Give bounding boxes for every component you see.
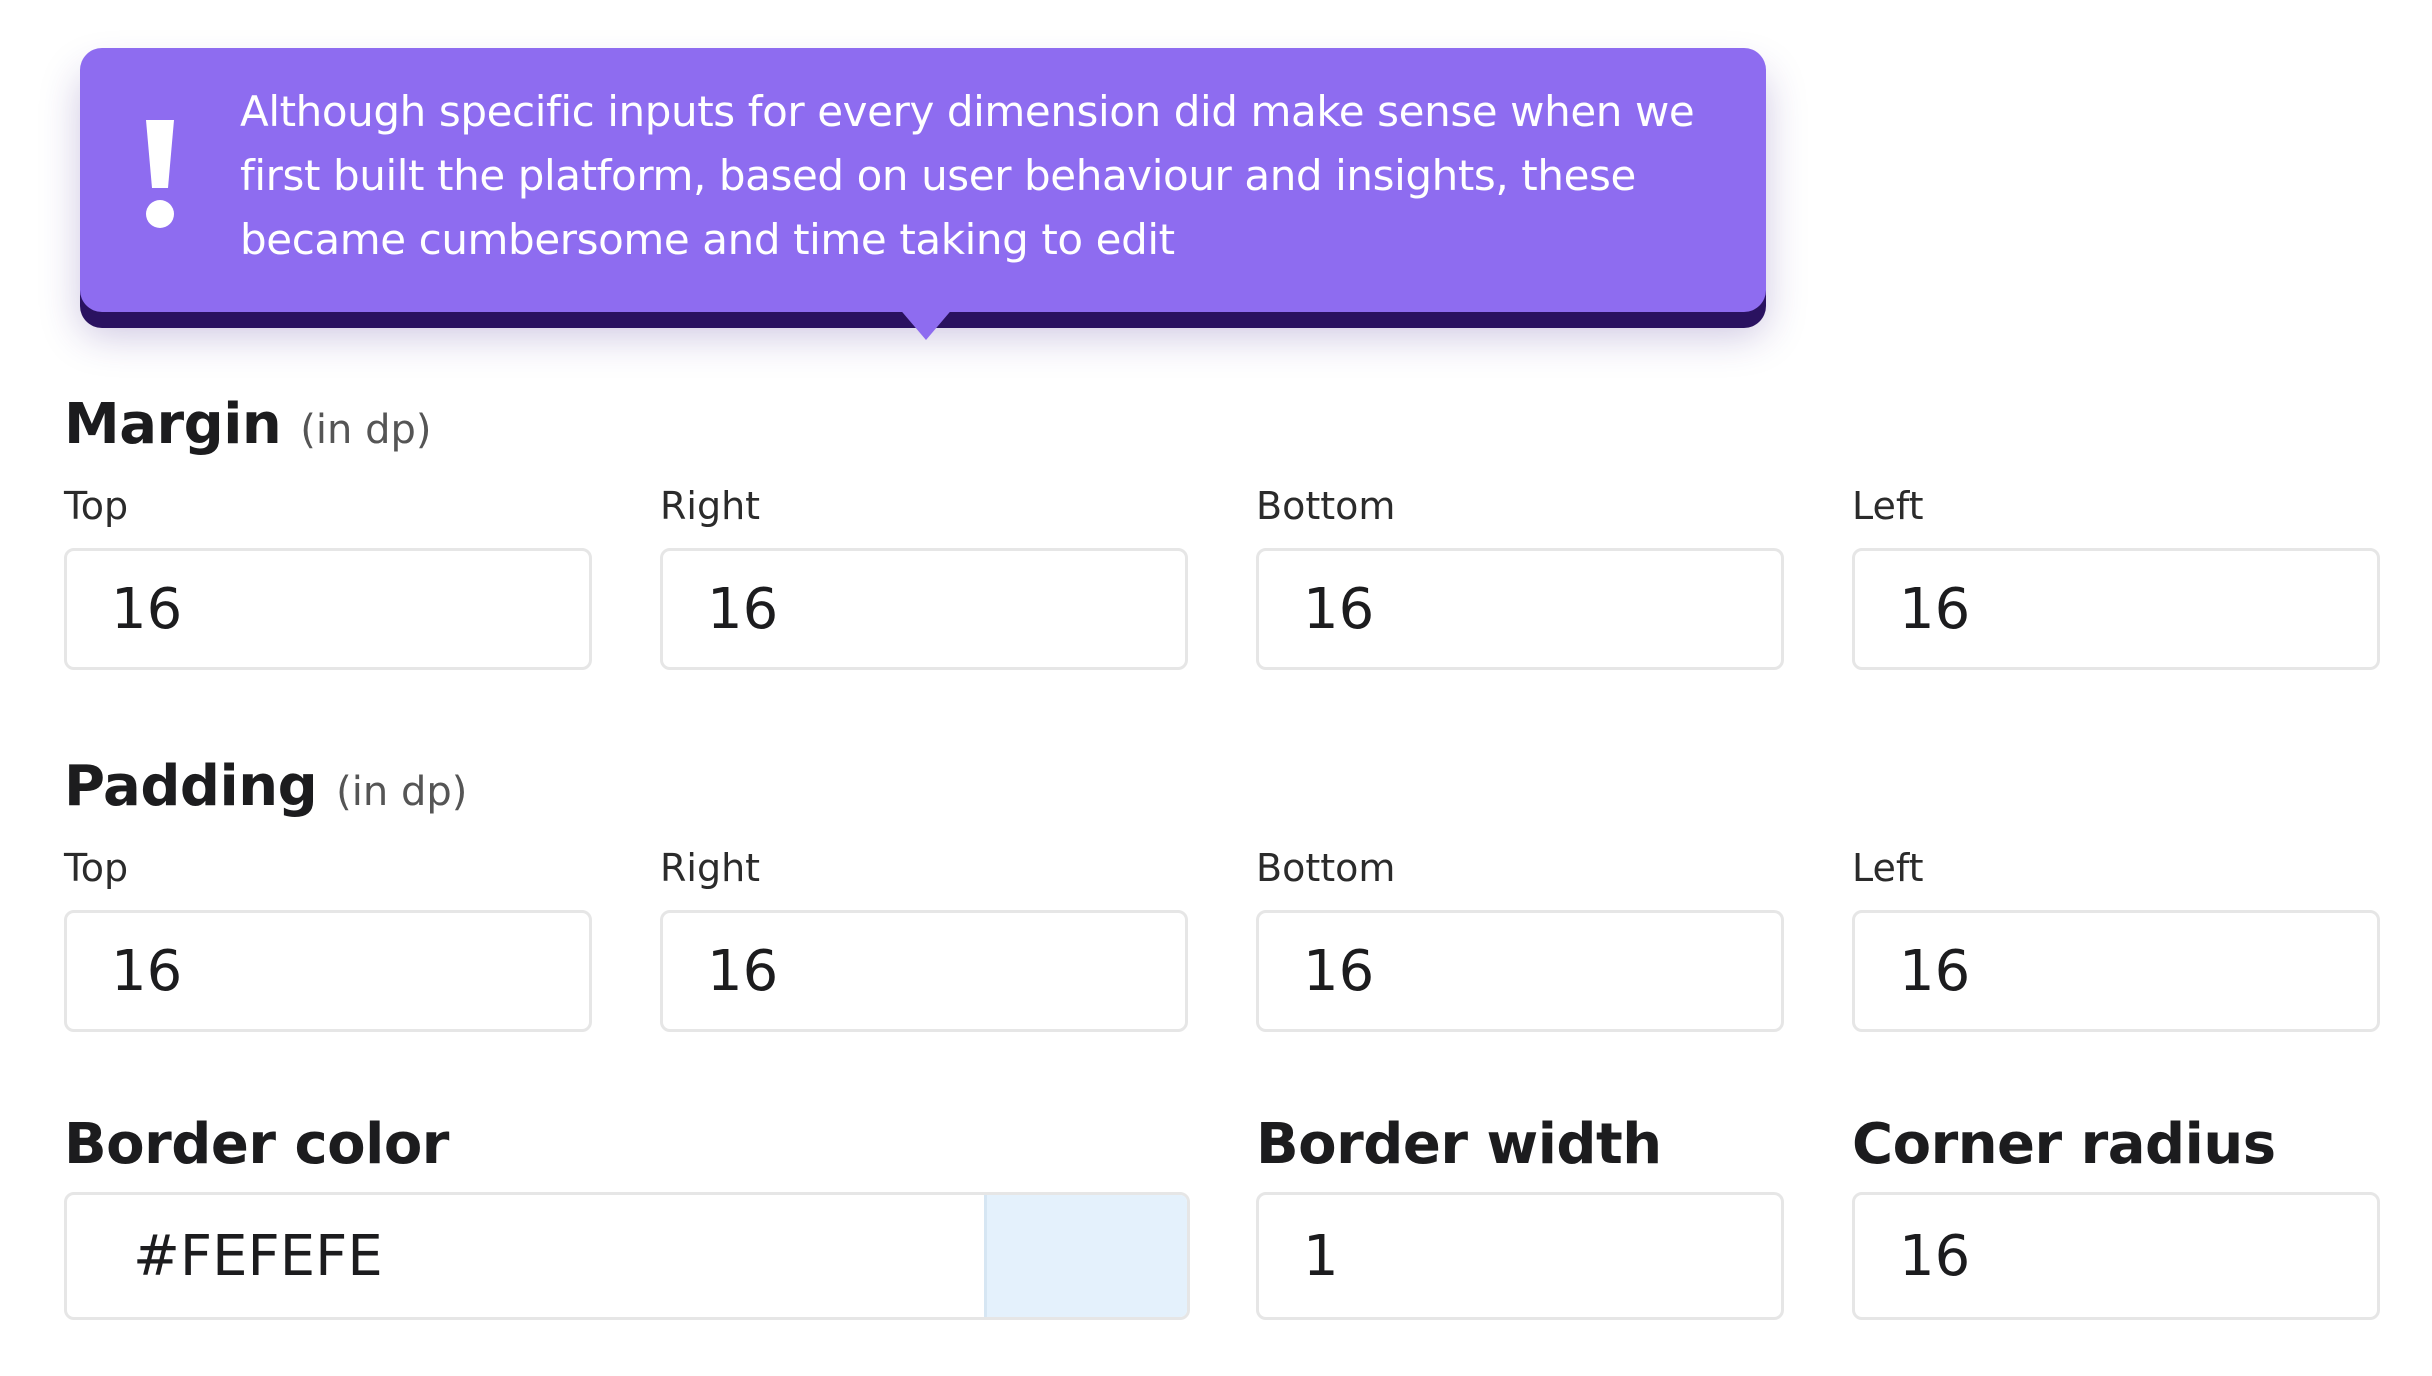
border-color-swatch[interactable] [984, 1195, 1187, 1317]
callout-text: Although specific inputs for every dimen… [240, 87, 1695, 264]
corner-radius-title: Corner radius [1852, 1112, 2276, 1177]
margin-right-value: 16 [707, 576, 779, 642]
exclamation-icon [146, 120, 174, 228]
callout-pointer [892, 300, 960, 340]
margin-left-value: 16 [1899, 576, 1971, 642]
padding-bottom-input[interactable]: 16 [1256, 910, 1784, 1032]
margin-right-input[interactable]: 16 [660, 548, 1188, 670]
info-callout: Although specific inputs for every dimen… [80, 48, 1766, 312]
margin-title-text: Margin [64, 392, 282, 457]
padding-top-value: 16 [111, 938, 183, 1004]
padding-right-label: Right [660, 846, 761, 890]
margin-top-label: Top [64, 484, 129, 528]
margin-unit: (in dp) [300, 407, 432, 453]
padding-bottom-value: 16 [1303, 938, 1375, 1004]
margin-title: Margin (in dp) [64, 392, 431, 457]
border-color-title: Border color [64, 1112, 449, 1177]
margin-bottom-value: 16 [1303, 576, 1375, 642]
margin-bottom-input[interactable]: 16 [1256, 548, 1784, 670]
padding-left-value: 16 [1899, 938, 1971, 1004]
border-width-value: 1 [1303, 1223, 1339, 1289]
padding-right-value: 16 [707, 938, 779, 1004]
border-width-title: Border width [1256, 1112, 1662, 1177]
border-width-input[interactable]: 1 [1256, 1192, 1784, 1320]
margin-top-value: 16 [111, 576, 183, 642]
margin-bottom-label: Bottom [1256, 484, 1396, 528]
margin-left-input[interactable]: 16 [1852, 548, 2380, 670]
padding-top-label: Top [64, 846, 129, 890]
padding-top-input[interactable]: 16 [64, 910, 592, 1032]
margin-left-label: Left [1852, 484, 1924, 528]
border-color-value: #FEFEFE [133, 1223, 383, 1289]
margin-top-input[interactable]: 16 [64, 548, 592, 670]
corner-radius-input[interactable]: 16 [1852, 1192, 2380, 1320]
border-color-input[interactable]: #FEFEFE [64, 1192, 1190, 1320]
padding-left-input[interactable]: 16 [1852, 910, 2380, 1032]
padding-left-label: Left [1852, 846, 1924, 890]
padding-unit: (in dp) [336, 769, 468, 815]
margin-right-label: Right [660, 484, 761, 528]
padding-title-text: Padding [64, 754, 318, 819]
padding-bottom-label: Bottom [1256, 846, 1396, 890]
padding-right-input[interactable]: 16 [660, 910, 1188, 1032]
corner-radius-value: 16 [1899, 1223, 1971, 1289]
padding-title: Padding (in dp) [64, 754, 467, 819]
